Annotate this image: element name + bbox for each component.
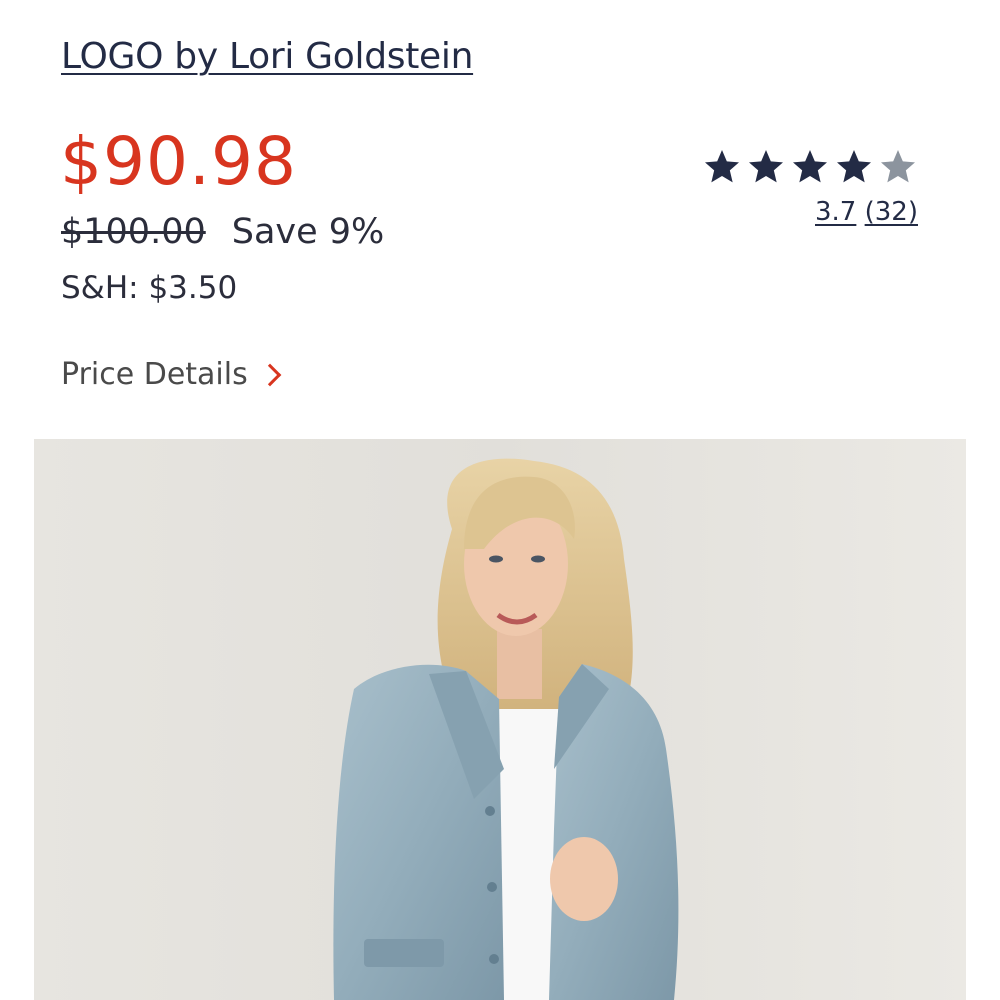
star-filled-icon: [837, 150, 871, 183]
chevron-right-icon: [258, 363, 282, 387]
product-photo: [34, 439, 966, 1000]
star-empty-icon: [881, 150, 915, 183]
price-details-link[interactable]: Price Details: [61, 357, 282, 392]
price-comparison: $100.00 Save 9%: [61, 212, 384, 252]
current-price: $90.98: [60, 123, 297, 200]
star-filled-icon: [793, 150, 827, 183]
star-rating[interactable]: [702, 147, 918, 187]
rating-value-link[interactable]: 3.7: [815, 197, 856, 227]
star-filled-icon: [749, 150, 783, 183]
brand-link[interactable]: LOGO by Lori Goldstein: [61, 36, 473, 77]
rating-summary: 3.7 (32): [702, 147, 918, 227]
product-page: LOGO by Lori Goldstein $90.98 $100.00 Sa…: [0, 0, 1000, 1000]
star-filled-icon: [705, 150, 739, 183]
savings-label: Save 9%: [231, 212, 385, 252]
review-count-link[interactable]: (32): [865, 197, 918, 227]
product-image[interactable]: [34, 439, 966, 1000]
shipping-cost: S&H: $3.50: [61, 270, 238, 306]
rating-text: 3.7 (32): [702, 197, 918, 227]
price-details-label: Price Details: [61, 357, 248, 392]
original-price: $100.00: [61, 212, 206, 252]
